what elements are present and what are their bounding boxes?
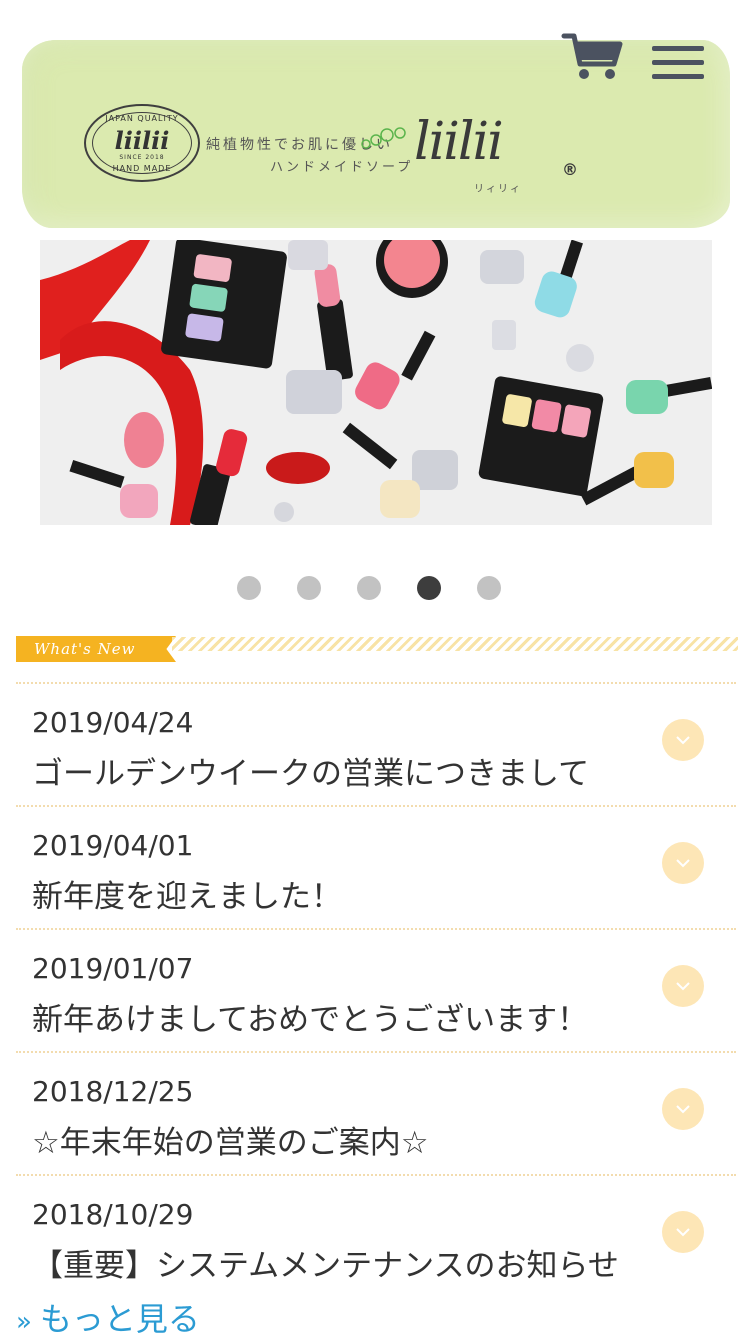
news-date: 2019/01/07 (32, 952, 194, 985)
hamburger-menu-icon[interactable] (652, 46, 704, 82)
expand-chevron-icon[interactable] (662, 719, 704, 761)
news-title: ゴールデンウイークの営業につきまして (32, 756, 590, 792)
news-title: 【重要】システムメンテナンスのお知らせ (32, 1248, 619, 1284)
stamp-since-text: SINCE 2018 (119, 154, 165, 161)
carousel-pagination (0, 576, 750, 600)
news-title: ☆年末年始の営業のご案内☆ (32, 1125, 429, 1161)
expand-chevron-icon[interactable] (662, 842, 704, 884)
site-header: JAPAN QUALITY liilii SINCE 2018 HAND MAD… (0, 0, 750, 240)
stamp-bottom-text: HAND MADE (112, 164, 172, 173)
heading-stripe-decoration (172, 637, 738, 651)
brand-logo-kana: リィリィ (474, 184, 522, 195)
more-news-label: もっと見る (39, 1300, 200, 1338)
news-list: 2019/04/24 ゴールデンウイークの営業につきまして 2019/04/01… (16, 682, 736, 1297)
news-date: 2019/04/24 (32, 706, 194, 739)
registered-mark: ® (562, 160, 578, 179)
carousel-dot-3[interactable] (357, 576, 381, 600)
expand-chevron-icon[interactable] (662, 1088, 704, 1130)
stamp-word: liilii (114, 126, 170, 155)
cosmetics-soap-photo (40, 240, 712, 525)
menu-bar (652, 46, 704, 51)
news-item[interactable]: 2019/04/01 新年度を迎えました！ (16, 805, 736, 928)
carousel-dot-1[interactable] (237, 576, 261, 600)
whats-new-heading: What's New (34, 640, 136, 658)
menu-bar (652, 60, 704, 65)
more-news-link[interactable]: » もっと見る (16, 1294, 200, 1340)
carousel-dot-4-active[interactable] (417, 576, 441, 600)
carousel-dot-2[interactable] (297, 576, 321, 600)
news-item[interactable]: 2019/01/07 新年あけましておめでとうございます！ (16, 928, 736, 1051)
news-date: 2018/12/25 (32, 1075, 194, 1108)
quality-stamp-logo: JAPAN QUALITY liilii SINCE 2018 HAND MAD… (84, 104, 200, 182)
double-chevron-icon: » (16, 1307, 32, 1337)
news-title: 新年あけましておめでとうございます！ (32, 1002, 589, 1038)
news-item[interactable]: 2019/04/24 ゴールデンウイークの営業につきまして (16, 682, 736, 805)
menu-bar (652, 74, 704, 79)
expand-chevron-icon[interactable] (662, 1211, 704, 1253)
news-date: 2019/04/01 (32, 829, 194, 862)
expand-chevron-icon[interactable] (662, 965, 704, 1007)
news-date: 2018/10/29 (32, 1198, 194, 1231)
soap-bubbles-icon (361, 127, 406, 149)
carousel-dot-5[interactable] (477, 576, 501, 600)
news-item[interactable]: 2018/12/25 ☆年末年始の営業のご案内☆ (16, 1051, 736, 1174)
shopping-cart-icon[interactable] (560, 30, 624, 82)
news-title: 新年度を迎えました！ (32, 879, 342, 915)
tagline-line-2: ハンドメイドソープ (270, 160, 414, 175)
carousel-slide-image[interactable] (40, 240, 712, 525)
brand-logo[interactable]: liilii (414, 112, 504, 172)
news-item[interactable]: 2018/10/29 【重要】システムメンテナンスのお知らせ (16, 1174, 736, 1297)
stamp-top-text: JAPAN QUALITY (105, 114, 179, 123)
